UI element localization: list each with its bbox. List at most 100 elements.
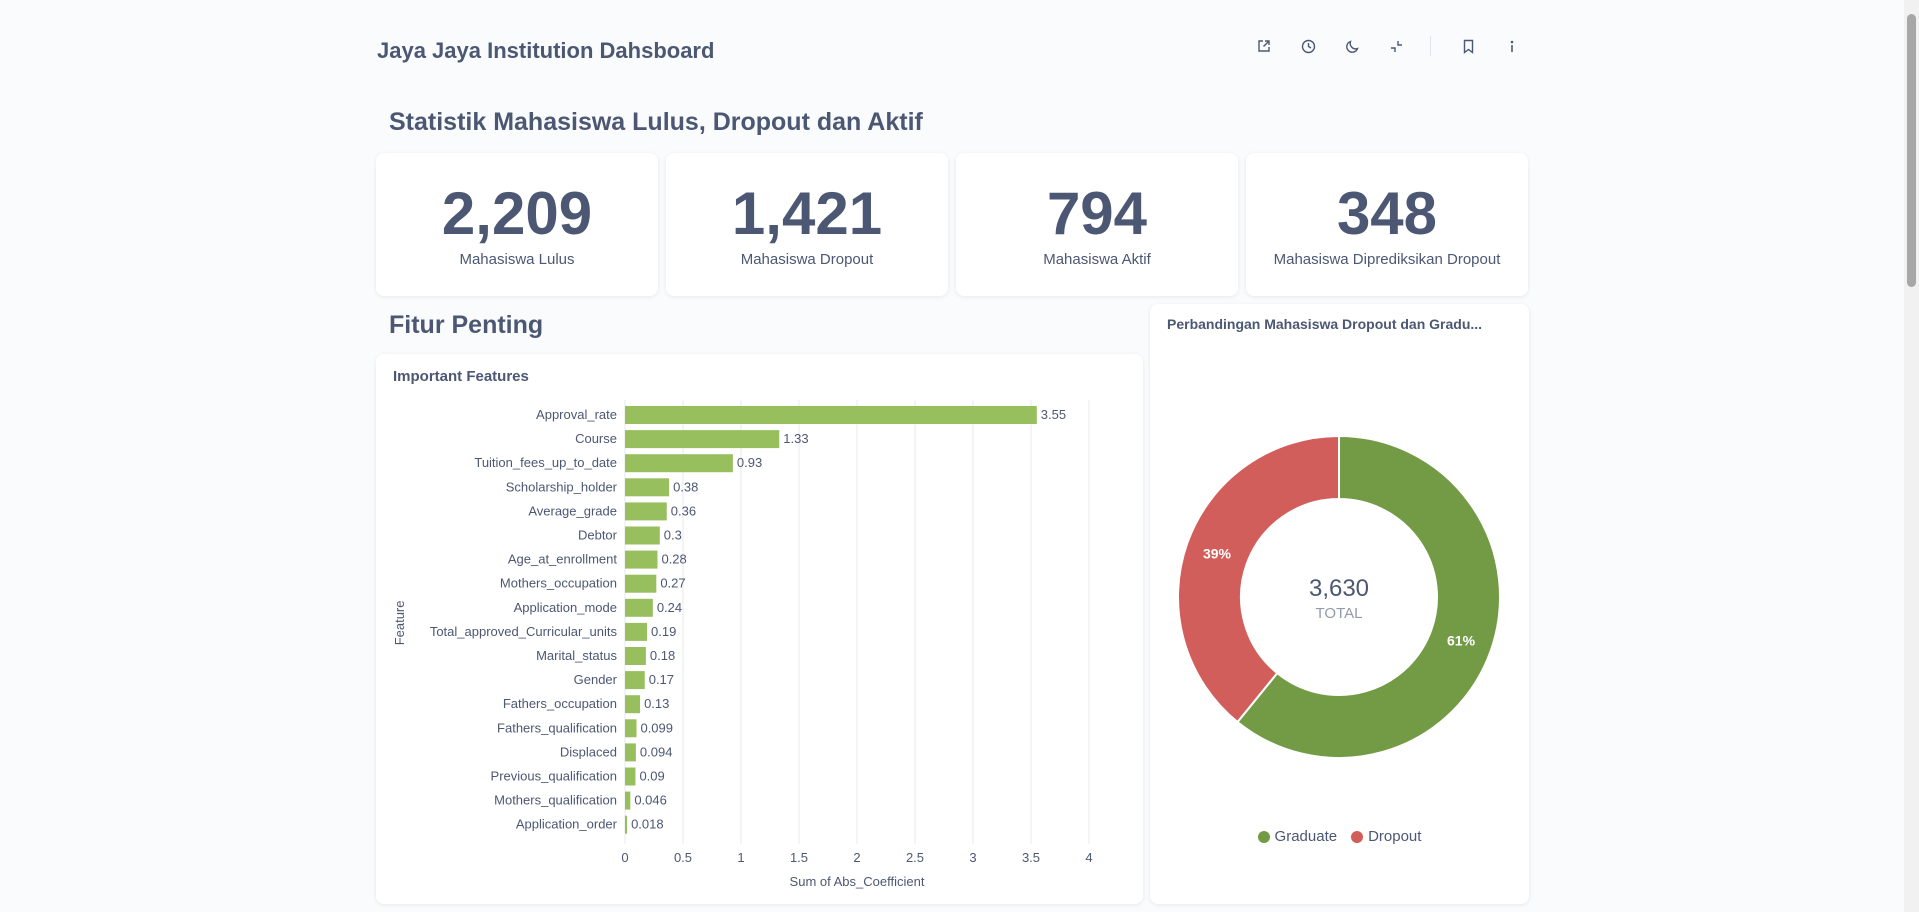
y-category-label: Marital_status <box>536 648 617 663</box>
bar <box>625 815 628 834</box>
donut-total-value: 3,630 <box>1309 575 1369 602</box>
y-category-label: Approval_rate <box>536 407 617 422</box>
scalar-card-prediksi[interactable]: 348 Mahasiswa Diprediksikan Dropout <box>1246 153 1528 296</box>
bar-data-label: 0.28 <box>661 552 686 567</box>
y-category-label: Total_approved_Curricular_units <box>430 624 618 639</box>
bar <box>625 767 636 786</box>
bar-data-label: 0.046 <box>634 793 667 808</box>
scrollbar-thumb[interactable] <box>1907 14 1916 287</box>
bar <box>625 647 646 665</box>
scrollbar-track[interactable] <box>1904 0 1919 912</box>
x-tick-label: 3.5 <box>1022 850 1040 865</box>
bar <box>625 406 1037 424</box>
bar <box>625 719 637 738</box>
stats-section-title: Statistik Mahasiswa Lulus, Dropout dan A… <box>389 108 923 136</box>
y-category-label: Tuition_fees_up_to_date <box>474 455 617 470</box>
y-category-label: Age_at_enrollment <box>508 552 618 567</box>
bar-data-label: 0.24 <box>657 600 682 615</box>
bar-chart: 0 0.5 1 1.5 2 2.5 3 3.5 4 Approval_rate 3.55 Course… <box>392 400 1093 889</box>
bar-data-label: 0.18 <box>650 648 675 663</box>
bar <box>625 478 670 497</box>
x-tick-label: 2.5 <box>906 850 924 865</box>
bar <box>625 454 733 473</box>
bar <box>625 430 780 449</box>
scalar-value: 794 <box>1046 180 1148 247</box>
bar-data-label: 0.13 <box>644 696 669 711</box>
legend-dot <box>1351 830 1364 843</box>
y-category-label: Course <box>575 431 617 446</box>
y-category-label: Average_grade <box>528 503 617 518</box>
bar <box>625 671 645 690</box>
features-section-title: Fitur Penting <box>389 311 544 339</box>
y-category-label: Mothers_qualification <box>494 793 617 808</box>
scalar-label: Mahasiswa Diprediksikan Dropout <box>1273 251 1501 268</box>
x-axis-label: Sum of Abs_Coefficient <box>790 874 925 889</box>
x-tick-label: 0 <box>621 850 628 865</box>
donut-total-label: TOTAL <box>1316 605 1363 622</box>
info-icon[interactable] <box>1500 34 1524 58</box>
donut-percent-label: 61% <box>1447 632 1476 648</box>
bar <box>625 743 636 762</box>
x-tick-label: 1 <box>737 850 744 865</box>
dropout-graduate-card[interactable]: Perbandingan Mahasiswa Dropout dan Gradu… <box>1150 304 1529 904</box>
header-divider <box>1430 36 1431 56</box>
y-category-label: Gender <box>574 672 618 687</box>
dashboard-title: Jaya Jaya Institution Dahsboard <box>377 38 715 63</box>
y-category-label: Debtor <box>578 528 618 543</box>
bar-data-label: 1.33 <box>783 431 808 446</box>
donut-chart: 3,630 TOTAL 61% 39% <box>1177 434 1501 759</box>
y-category-label: Fathers_occupation <box>503 696 617 711</box>
donut-percent-label: 39% <box>1203 546 1232 562</box>
bar-data-label: 0.099 <box>640 720 673 735</box>
bar-data-label: 3.55 <box>1041 407 1066 422</box>
important-features-card[interactable]: Important Features 0 0.5 1 1.5 2 2.5 3 3.5 4 Appr… <box>376 354 1143 904</box>
scalar-label: Mahasiswa Aktif <box>1043 251 1151 268</box>
legend-item-dropout[interactable]: Dropout <box>1351 828 1421 845</box>
legend-label: Graduate <box>1274 828 1338 845</box>
scalar-label: Mahasiswa Dropout <box>740 251 874 268</box>
bar-data-label: 0.17 <box>649 672 674 687</box>
y-axis-label: Feature <box>392 600 407 645</box>
scalar-value: 1,421 <box>731 180 883 247</box>
bar-data-label: 0.094 <box>640 744 673 759</box>
bar-data-label: 0.38 <box>673 479 698 494</box>
y-category-label: Application_order <box>516 817 618 832</box>
scalar-value: 348 <box>1336 180 1438 247</box>
y-category-label: Mothers_occupation <box>500 576 617 591</box>
bar-data-label: 0.09 <box>639 769 664 784</box>
y-category-label: Previous_qualification <box>491 769 617 784</box>
bar-data-label: 0.19 <box>651 624 676 639</box>
bar-data-label: 0.018 <box>631 817 664 832</box>
legend-item-graduate[interactable]: Graduate <box>1257 828 1338 845</box>
external-link-icon[interactable] <box>1252 34 1276 58</box>
moon-icon[interactable] <box>1340 34 1364 58</box>
bar <box>625 598 653 617</box>
bookmark-icon[interactable] <box>1456 34 1480 58</box>
scalar-card-lulus[interactable]: 2,209 Mahasiswa Lulus <box>376 153 658 296</box>
bar <box>625 791 631 810</box>
scalar-value: 2,209 <box>441 180 593 247</box>
bar <box>625 502 667 521</box>
x-tick-label: 4 <box>1085 850 1092 865</box>
y-category-label: Scholarship_holder <box>506 479 618 494</box>
collapse-icon[interactable] <box>1384 34 1408 58</box>
bar <box>625 526 660 545</box>
scalar-card-aktif[interactable]: 794 Mahasiswa Aktif <box>956 153 1238 296</box>
x-tick-label: 3 <box>969 850 976 865</box>
y-category-label: Displaced <box>560 744 617 759</box>
scalar-label: Mahasiswa Lulus <box>459 251 575 268</box>
bar <box>625 550 658 569</box>
bar-data-label: 0.93 <box>737 455 762 470</box>
donut-legend: Graduate Dropout <box>1150 828 1529 845</box>
legend-dot <box>1257 830 1270 843</box>
x-tick-label: 0.5 <box>674 850 692 865</box>
bar <box>625 574 657 593</box>
x-tick-label: 1.5 <box>790 850 808 865</box>
y-category-label: Application_mode <box>514 600 617 615</box>
bar-data-label: 0.36 <box>671 503 696 518</box>
scalar-card-dropout[interactable]: 1,421 Mahasiswa Dropout <box>666 153 948 296</box>
clock-icon[interactable] <box>1296 34 1320 58</box>
y-category-label: Fathers_qualification <box>497 720 617 735</box>
legend-label: Dropout <box>1368 828 1422 845</box>
bar <box>625 695 641 714</box>
